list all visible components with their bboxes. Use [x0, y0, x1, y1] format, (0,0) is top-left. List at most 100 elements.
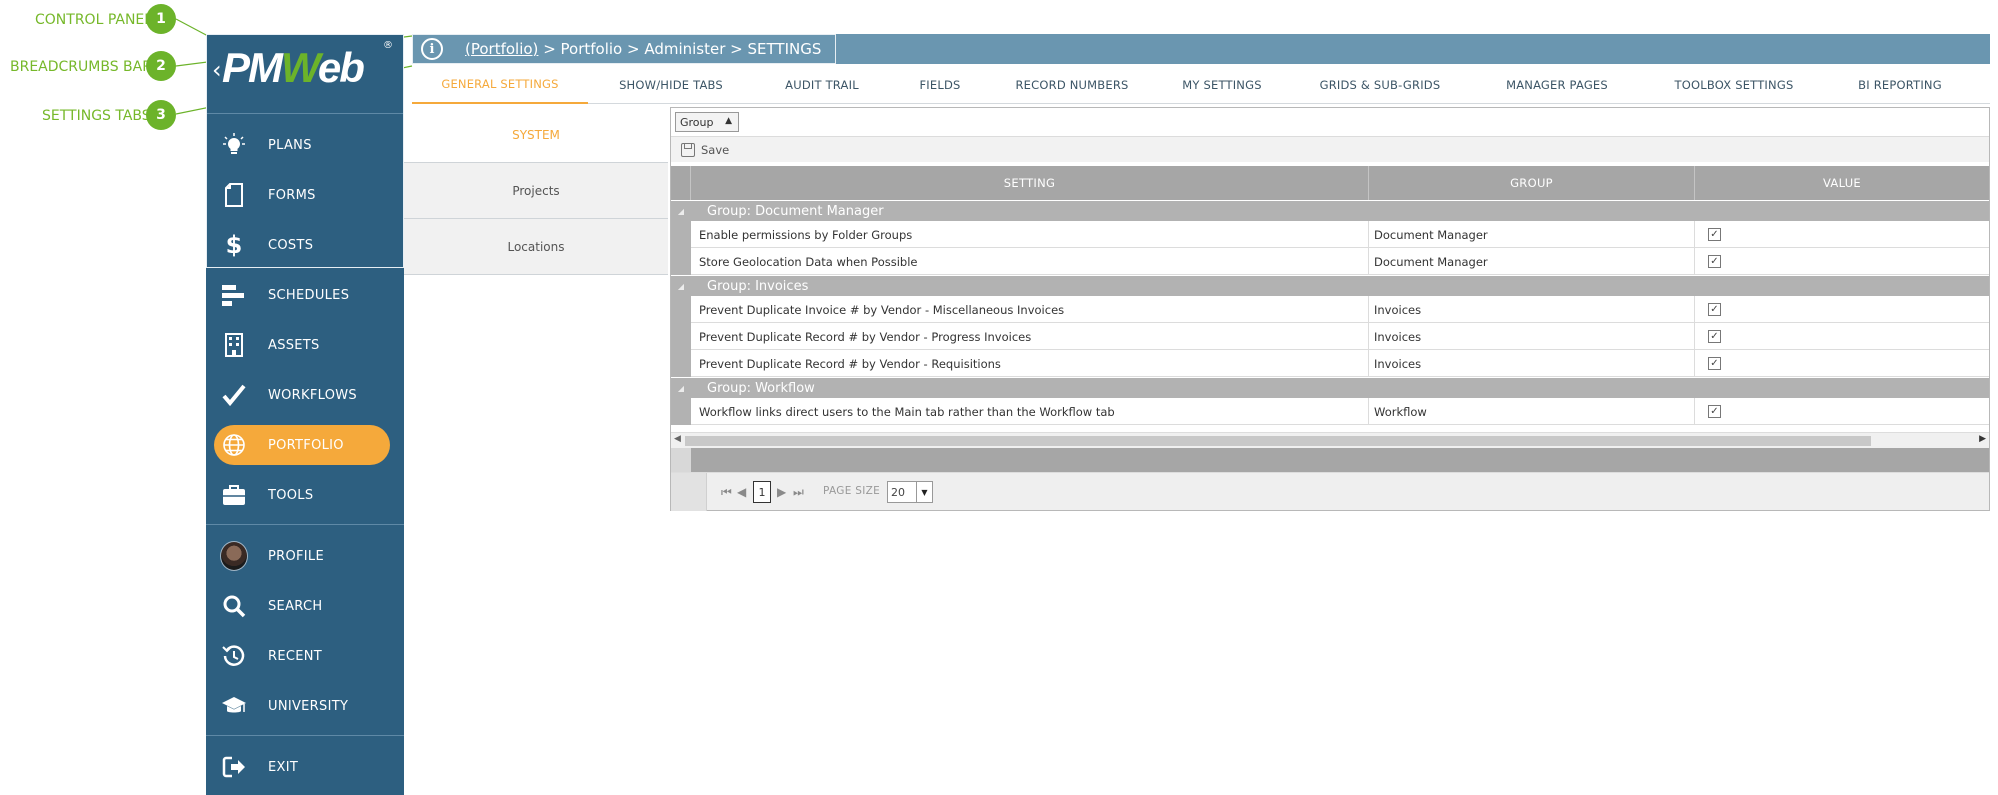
tab-bi-reporting[interactable]: BI REPORTING [1824, 66, 1976, 104]
value-checkbox[interactable]: ✓ [1708, 228, 1721, 241]
page-size-select[interactable]: 20 ▼ [887, 481, 933, 503]
sidebar-item-assets[interactable]: ASSETS [206, 320, 404, 370]
tab-manager-pages[interactable]: MANAGER PAGES [1470, 66, 1644, 104]
group-cell: Workflow [1374, 404, 1427, 419]
sidebar-item-costs[interactable]: $ COSTS [206, 220, 404, 270]
table-row[interactable]: Prevent Duplicate Record # by Vendor - P… [671, 323, 1989, 350]
sidebar-item-label: PORTFOLIO [268, 437, 344, 453]
setting-cell: Store Geolocation Data when Possible [699, 254, 918, 269]
sidebar-item-schedules[interactable]: SCHEDULES [206, 270, 404, 320]
sidebar-item-plans[interactable]: PLANS [206, 120, 404, 170]
table-row[interactable]: Prevent Duplicate Record # by Vendor - R… [671, 350, 1989, 377]
sidebar-item-search[interactable]: SEARCH [206, 581, 404, 631]
group-cell: Document Manager [1374, 227, 1488, 242]
header-row-selector [671, 166, 691, 200]
sidebar-item-label: SEARCH [268, 598, 323, 614]
tab-fields[interactable]: FIELDS [890, 66, 990, 104]
value-checkbox[interactable]: ✓ [1708, 330, 1721, 343]
table-row[interactable]: Enable permissions by Folder Groups Docu… [671, 221, 1989, 248]
pager: ⏮ ◀ 1 ▶ ⏭ PAGE SIZE 20 ▼ [671, 472, 1989, 511]
callout-label-control-panel: CONTROL PANEL [35, 12, 153, 28]
scroll-left-icon[interactable]: ◀ [674, 434, 681, 444]
gantt-icon [220, 281, 248, 309]
save-button[interactable]: Save [681, 142, 729, 157]
group-row[interactable]: ◢ Group: Invoices [671, 276, 1989, 296]
sidebar-item-exit[interactable]: EXIT [206, 742, 404, 792]
document-icon [220, 181, 248, 209]
tab-show-hide-tabs[interactable]: SHOW/HIDE TABS [588, 66, 754, 104]
info-icon[interactable]: i [421, 38, 443, 60]
sidebar-item-forms[interactable]: FORMS [206, 170, 404, 220]
column-header-group[interactable]: GROUP [1369, 166, 1695, 200]
group-row[interactable]: ◢ Group: Document Manager [671, 201, 1989, 221]
collapse-triangle-icon[interactable]: ◢ [671, 282, 691, 291]
lightbulb-icon [220, 131, 248, 159]
chevron-down-icon: ▼ [916, 482, 932, 502]
avatar [220, 541, 248, 571]
setting-cell: Prevent Duplicate Invoice # by Vendor - … [699, 302, 1065, 317]
group-cell: Invoices [1374, 329, 1422, 344]
sidebar-item-label: RECENT [268, 648, 323, 664]
table-row[interactable]: Workflow links direct users to the Main … [671, 398, 1989, 425]
tab-toolbox-settings[interactable]: TOOLBOX SETTINGS [1644, 66, 1824, 104]
value-checkbox[interactable]: ✓ [1708, 255, 1721, 268]
sidebar-item-profile[interactable]: PROFILE [206, 531, 404, 581]
breadcrumb-path: > Portfolio > Administer > SETTINGS [538, 40, 822, 58]
dollar-icon: $ [225, 231, 243, 259]
checkmark-icon [220, 381, 248, 409]
current-page-number[interactable]: 1 [753, 481, 771, 503]
horizontal-scrollbar[interactable]: ◀ ▶ [671, 432, 1989, 448]
sidebar-item-tools[interactable]: TOOLS [206, 470, 404, 520]
value-checkbox[interactable]: ✓ [1708, 357, 1721, 370]
next-page-icon[interactable]: ▶ [777, 485, 786, 499]
subtab-system[interactable]: SYSTEM [404, 107, 668, 163]
pmweb-logo[interactable]: PMWeb [222, 44, 365, 92]
table-row[interactable]: Prevent Duplicate Invoice # by Vendor - … [671, 296, 1989, 323]
subtab-locations[interactable]: Locations [404, 219, 668, 275]
setting-cell: Workflow links direct users to the Main … [699, 404, 1115, 419]
sidebar-item-university[interactable]: UNIVERSITY [206, 681, 404, 731]
group-row[interactable]: ◢ Group: Workflow [671, 378, 1989, 398]
sidebar-item-label: UNIVERSITY [268, 698, 349, 714]
previous-page-icon[interactable]: ◀ [737, 485, 746, 499]
sort-up-icon: ▲ [725, 116, 732, 126]
first-page-icon[interactable]: ⏮ [721, 485, 732, 500]
callout-label-breadcrumbs-bar: BREADCRUMBS BAR [10, 59, 152, 75]
subtab-projects[interactable]: Projects [404, 163, 668, 219]
tab-grids-sub-grids[interactable]: GRIDS & SUB-GRIDS [1290, 66, 1470, 104]
collapse-triangle-icon[interactable]: ◢ [671, 207, 691, 216]
sidebar-item-label: WORKFLOWS [268, 387, 357, 403]
last-page-icon[interactable]: ⏭ [793, 485, 804, 500]
grid-footer-bar [671, 448, 1989, 472]
sidebar-item-label: COSTS [268, 237, 314, 253]
sidebar-item-recent[interactable]: RECENT [206, 631, 404, 681]
value-checkbox[interactable]: ✓ [1708, 405, 1721, 418]
callout-badge-3: 3 [146, 100, 176, 130]
breadcrumb-portfolio-link[interactable]: (Portfolio) [465, 40, 538, 58]
table-row[interactable]: Store Geolocation Data when Possible Doc… [671, 248, 1989, 275]
sidebar-item-portfolio[interactable]: PORTFOLIO [214, 425, 390, 465]
column-header-value[interactable]: VALUE [1695, 166, 1989, 200]
settings-tabs: GENERAL SETTINGS SHOW/HIDE TABS AUDIT TR… [412, 66, 1990, 104]
tab-record-numbers[interactable]: RECORD NUMBERS [990, 66, 1154, 104]
breadcrumb: i (Portfolio) > Portfolio > Administer >… [412, 34, 836, 64]
group-cell: Invoices [1374, 302, 1422, 317]
column-header-setting[interactable]: SETTING [691, 166, 1369, 200]
sidebar-item-label: TOOLS [268, 487, 314, 503]
tab-general-settings[interactable]: GENERAL SETTINGS [412, 66, 588, 104]
scrollbar-thumb[interactable] [685, 436, 1871, 446]
setting-cell: Enable permissions by Folder Groups [699, 227, 913, 242]
registered-mark: ® [383, 40, 393, 51]
group-by-select[interactable]: Group ▲ [675, 112, 739, 132]
tab-audit-trail[interactable]: AUDIT TRAIL [754, 66, 890, 104]
tab-my-settings[interactable]: MY SETTINGS [1154, 66, 1290, 104]
scroll-right-icon[interactable]: ▶ [1979, 434, 1986, 444]
sidebar-item-label: PROFILE [268, 548, 324, 564]
briefcase-icon [220, 481, 248, 509]
collapse-triangle-icon[interactable]: ◢ [671, 384, 691, 393]
building-icon [220, 331, 248, 359]
sidebar-item-label: FORMS [268, 187, 316, 203]
value-checkbox[interactable]: ✓ [1708, 303, 1721, 316]
collapse-chevron-icon[interactable]: ‹ [212, 56, 222, 84]
sidebar-item-workflows[interactable]: WORKFLOWS [206, 370, 404, 420]
